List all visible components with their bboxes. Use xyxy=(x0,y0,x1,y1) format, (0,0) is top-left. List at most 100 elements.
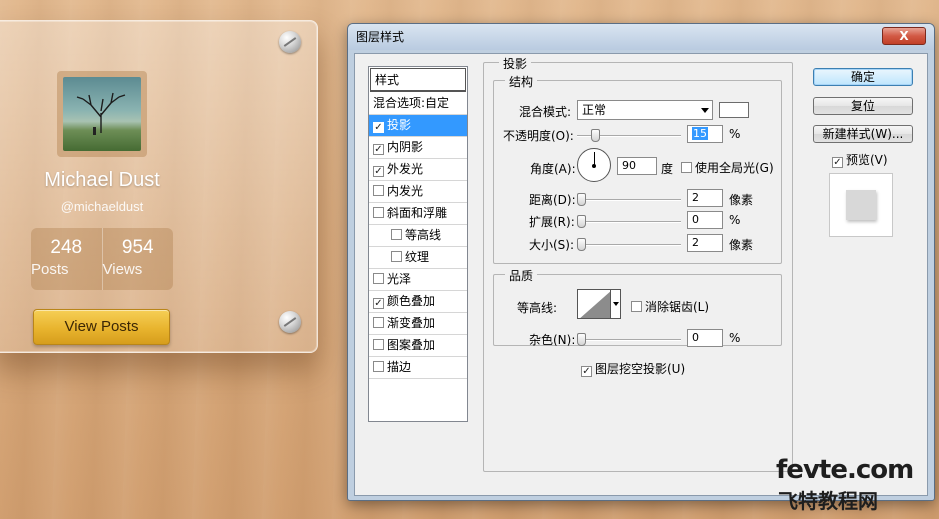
preview-swatch xyxy=(846,190,876,220)
style-item-label: 纹理 xyxy=(405,250,430,264)
style-item-label: 投影 xyxy=(387,118,412,132)
style-item[interactable]: 渐变叠加 xyxy=(369,313,467,335)
distance-slider-thumb[interactable] xyxy=(577,193,586,206)
blend-mode-value: 正常 xyxy=(582,103,607,117)
style-item[interactable]: 混合选项:自定 xyxy=(369,93,467,115)
checkbox-icon[interactable]: ✓ xyxy=(373,166,384,177)
style-item[interactable]: ✓ 颜色叠加 xyxy=(369,291,467,313)
dialog-title: 图层样式 xyxy=(348,24,934,50)
contour-dropdown-button[interactable] xyxy=(611,289,621,319)
style-item[interactable]: 描边 xyxy=(369,357,467,379)
opacity-unit: % xyxy=(729,127,741,141)
style-item[interactable]: ✓ 内阴影 xyxy=(369,137,467,159)
contour-label: 等高线: xyxy=(517,301,558,315)
structure-title: 结构 xyxy=(505,73,538,90)
checkbox-icon[interactable] xyxy=(373,273,384,284)
shadow-color-swatch[interactable] xyxy=(719,102,749,118)
checkbox-icon[interactable]: ✓ xyxy=(373,122,384,133)
checkbox-icon[interactable] xyxy=(681,162,692,173)
close-button[interactable]: X xyxy=(882,27,926,45)
spread-input[interactable]: 0 xyxy=(687,211,723,229)
angle-label: 角度(A): xyxy=(530,162,576,176)
profile-stats: 248 Posts 954 Views xyxy=(31,228,173,290)
distance-slider[interactable] xyxy=(577,193,681,206)
view-posts-button[interactable]: View Posts xyxy=(33,309,170,345)
size-slider[interactable] xyxy=(577,238,681,251)
chevron-down-icon xyxy=(701,108,709,113)
angle-dial[interactable] xyxy=(577,148,611,182)
checkbox-icon[interactable] xyxy=(391,251,402,262)
spread-slider-thumb[interactable] xyxy=(577,215,586,228)
stat-label: Views xyxy=(102,261,143,278)
style-item[interactable]: 等高线 xyxy=(369,225,467,247)
checkbox-icon[interactable]: ✓ xyxy=(373,298,384,309)
antialias-checkbox[interactable]: 消除锯齿(L) xyxy=(631,298,709,315)
size-slider-thumb[interactable] xyxy=(577,238,586,251)
avatar-frame xyxy=(57,71,147,157)
style-item[interactable]: 图案叠加 xyxy=(369,335,467,357)
checkbox-icon[interactable] xyxy=(373,339,384,350)
style-item[interactable]: 纹理 xyxy=(369,247,467,269)
size-input[interactable]: 2 xyxy=(687,234,723,252)
checkbox-icon[interactable] xyxy=(373,207,384,218)
style-item-label: 渐变叠加 xyxy=(387,316,436,330)
style-item-label: 描边 xyxy=(387,360,412,374)
ok-button[interactable]: 确定 xyxy=(813,68,913,86)
style-item[interactable]: ✓ 外发光 xyxy=(369,159,467,181)
knockout-checkbox[interactable]: ✓ 图层挖空投影(U) xyxy=(581,360,685,377)
new-style-button[interactable]: 新建样式(W)... xyxy=(813,125,913,143)
checkbox-icon[interactable] xyxy=(373,185,384,196)
angle-unit: 度 xyxy=(661,162,674,176)
profile-name: Michael Dust xyxy=(44,169,160,191)
opacity-value: 15 xyxy=(692,127,708,140)
style-item-label: 内阴影 xyxy=(387,140,424,154)
stat-label: Posts xyxy=(31,261,69,278)
style-item-label: 等高线 xyxy=(405,228,442,242)
blend-mode-select[interactable]: 正常 xyxy=(577,100,713,120)
distance-input[interactable]: 2 xyxy=(687,189,723,207)
quality-title: 品质 xyxy=(505,267,538,284)
reset-button[interactable]: 复位 xyxy=(813,97,913,115)
checkbox-icon[interactable]: ✓ xyxy=(581,366,592,377)
section-title: 投影 xyxy=(499,55,532,72)
layer-style-dialog: 图层样式 X 样式 混合选项:自定 ✓ 投影 ✓ 内阴影 ✓ 外发光 内发光 斜面和浮雕 等高线纹… xyxy=(347,23,935,501)
angle-input[interactable]: 90 xyxy=(617,157,657,175)
size-label: 大小(S): xyxy=(529,238,575,252)
styles-header: 样式 xyxy=(370,68,466,92)
noise-unit: % xyxy=(729,331,741,345)
noise-slider[interactable] xyxy=(577,333,681,346)
style-item-label: 斜面和浮雕 xyxy=(387,206,448,220)
style-item-label: 内发光 xyxy=(387,184,424,198)
contour-picker[interactable] xyxy=(577,289,611,319)
opacity-slider-thumb[interactable] xyxy=(591,129,600,142)
distance-label: 距离(D): xyxy=(529,193,576,207)
noise-input[interactable]: 0 xyxy=(687,329,723,347)
knockout-label: 图层挖空投影(U) xyxy=(595,362,686,376)
opacity-input[interactable]: 15 xyxy=(687,125,723,143)
checkbox-icon[interactable] xyxy=(631,301,642,312)
global-light-checkbox[interactable]: 使用全局光(G) xyxy=(681,159,774,176)
opacity-label: 不透明度(O): xyxy=(503,129,574,143)
checkbox-icon[interactable]: ✓ xyxy=(832,157,843,168)
preview-label: 预览(V) xyxy=(846,153,888,167)
checkbox-icon[interactable] xyxy=(391,229,402,240)
size-unit: 像素 xyxy=(729,238,754,252)
stat-posts: 248 Posts xyxy=(31,228,102,290)
styles-list: 样式 混合选项:自定 ✓ 投影 ✓ 内阴影 ✓ 外发光 内发光 斜面和浮雕 等高线 纹理 光泽 ✓ 颜色叠… xyxy=(368,66,468,422)
style-item[interactable]: ✓ 投影 xyxy=(369,115,467,137)
watermark-site-name: 飞特教程网 xyxy=(778,489,878,513)
style-item[interactable]: 斜面和浮雕 xyxy=(369,203,467,225)
checkbox-icon[interactable]: ✓ xyxy=(373,144,384,155)
style-item[interactable]: 内发光 xyxy=(369,181,467,203)
preview-checkbox[interactable]: ✓ 预览(V) xyxy=(832,151,888,168)
opacity-slider[interactable] xyxy=(577,129,681,142)
antialias-label: 消除锯齿(L) xyxy=(645,300,710,314)
style-item[interactable]: 光泽 xyxy=(369,269,467,291)
checkbox-icon[interactable] xyxy=(373,317,384,328)
spread-slider[interactable] xyxy=(577,215,681,228)
checkbox-icon[interactable] xyxy=(373,361,384,372)
screw-bottom-icon xyxy=(279,311,301,333)
style-preview xyxy=(829,173,893,237)
noise-slider-thumb[interactable] xyxy=(577,333,586,346)
blend-mode-label: 混合模式: xyxy=(519,105,572,119)
